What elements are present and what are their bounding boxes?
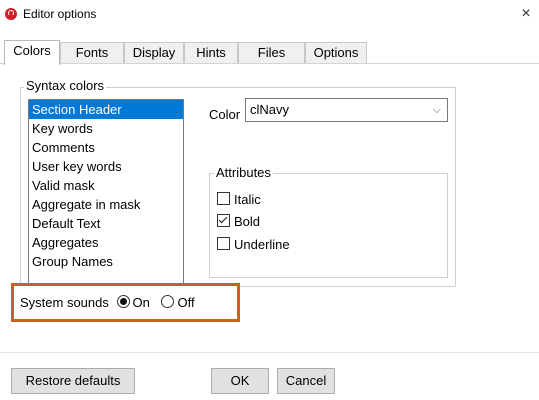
list-item-aggregates[interactable]: Aggregates xyxy=(29,233,183,252)
sounds-on-radio[interactable] xyxy=(116,295,130,308)
list-item-user-key-words[interactable]: User key words xyxy=(29,157,183,176)
bold-checkbox[interactable] xyxy=(217,214,230,227)
sounds-on-label: On xyxy=(132,295,150,310)
system-sounds-label: System sounds xyxy=(20,295,109,310)
restore-defaults-button[interactable]: Restore defaults xyxy=(11,368,135,394)
chevron-down-icon[interactable]: ⌵ xyxy=(433,104,441,117)
syntax-colors-label: Syntax colors xyxy=(24,78,107,93)
list-item-group-names[interactable]: Group Names xyxy=(29,252,183,271)
system-sounds-row: System sounds On Off xyxy=(20,295,195,310)
tab-colors[interactable]: Colors xyxy=(4,40,60,65)
app-logo-icon xyxy=(5,8,17,20)
underline-option[interactable]: Underline xyxy=(217,237,290,255)
color-dropdown-value: clNavy xyxy=(250,102,290,117)
attributes-label: Attributes xyxy=(214,165,273,180)
list-item-comments[interactable]: Comments xyxy=(29,138,183,157)
ok-button[interactable]: OK xyxy=(211,368,269,394)
window-title: Editor options xyxy=(23,7,97,21)
system-sounds-highlight: System sounds On Off xyxy=(11,283,240,322)
list-item-key-words[interactable]: Key words xyxy=(29,119,183,138)
tab-hints[interactable]: Hints xyxy=(184,42,238,63)
close-button[interactable]: × xyxy=(515,3,537,25)
color-label: Color xyxy=(209,107,241,122)
list-item-default-text[interactable]: Default Text xyxy=(29,214,183,233)
italic-checkbox[interactable] xyxy=(217,192,230,205)
color-dropdown[interactable]: clNavy ⌵ xyxy=(245,98,448,122)
sounds-on-option[interactable]: On xyxy=(116,295,154,310)
bold-option[interactable]: Bold xyxy=(217,214,260,232)
underline-label: Underline xyxy=(234,237,290,252)
tab-files[interactable]: Files xyxy=(238,42,305,63)
footer-separator xyxy=(0,352,539,353)
sounds-off-option[interactable]: Off xyxy=(161,295,195,310)
title-bar: Editor options × xyxy=(0,0,539,30)
italic-option[interactable]: Italic xyxy=(217,192,261,210)
bold-label: Bold xyxy=(234,214,261,229)
sounds-off-label: Off xyxy=(177,295,195,310)
list-item-section-header[interactable]: Section Header xyxy=(29,100,183,119)
tab-divider xyxy=(0,63,539,64)
tab-options[interactable]: Options xyxy=(305,42,367,63)
cancel-button[interactable]: Cancel xyxy=(277,368,335,394)
italic-label: Italic xyxy=(234,192,261,207)
tab-strip: Colors Fonts Display Hints Files Options xyxy=(0,40,539,65)
list-item-valid-mask[interactable]: Valid mask xyxy=(29,176,183,195)
list-item-aggregate-in-mask[interactable]: Aggregate in mask xyxy=(29,195,183,214)
syntax-colors-list[interactable]: Section Header Key words Comments User k… xyxy=(28,99,184,288)
sounds-off-radio[interactable] xyxy=(161,295,175,308)
tab-fonts[interactable]: Fonts xyxy=(60,42,124,63)
tab-display[interactable]: Display xyxy=(124,42,184,63)
underline-checkbox[interactable] xyxy=(217,237,230,250)
